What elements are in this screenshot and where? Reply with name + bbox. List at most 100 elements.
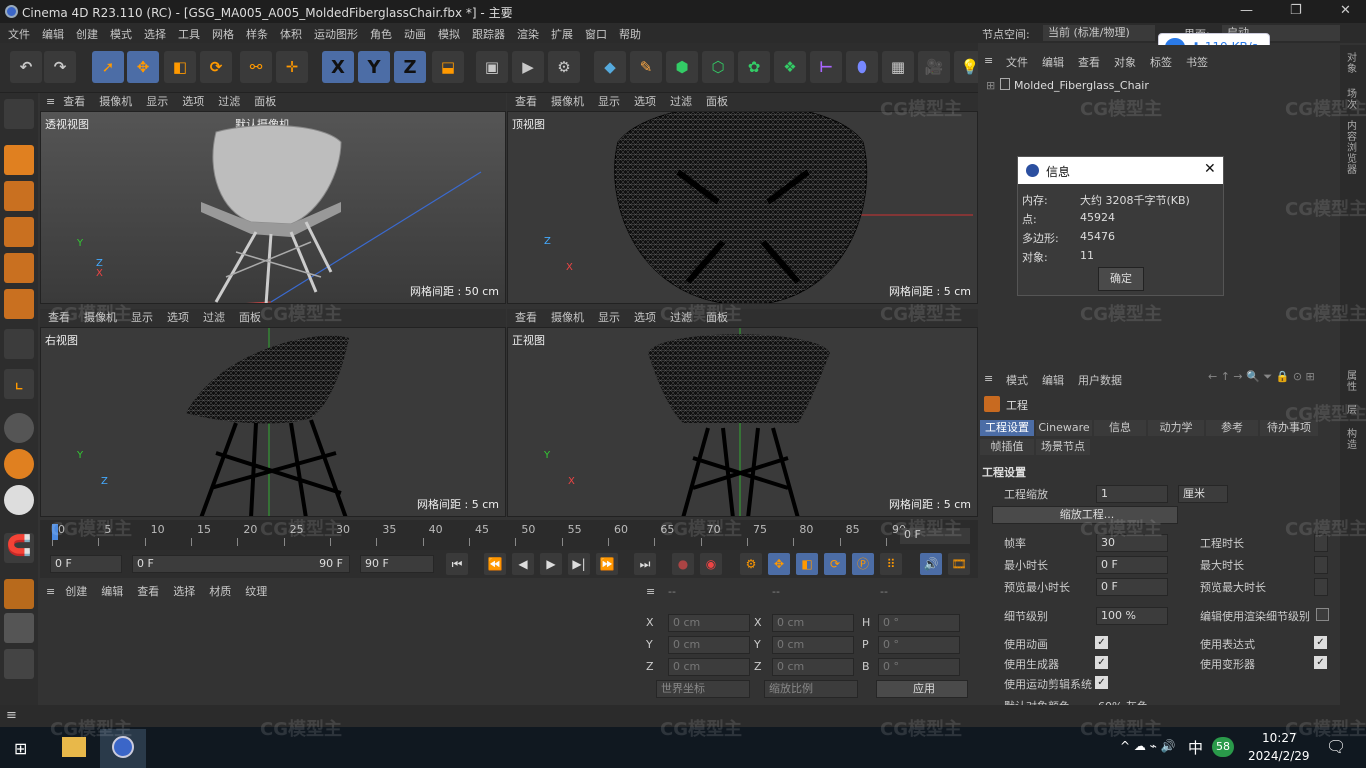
tray-badge[interactable]: 58 (1212, 737, 1234, 757)
record-icon[interactable]: ● (672, 553, 694, 575)
key-scale-icon[interactable]: ◧ (796, 553, 818, 575)
material-menu-item[interactable]: 查看 (137, 585, 159, 598)
object-row[interactable]: ⊞ Molded_Fiberglass_Chair (982, 77, 1338, 95)
material-menu-item[interactable]: 创建 (65, 585, 87, 598)
keyframe-selection-icon[interactable]: ⚙ (740, 553, 762, 575)
preview-range-slider[interactable]: 0 F 90 F (132, 555, 350, 573)
use-motion-checkbox[interactable]: ✓ (1095, 676, 1108, 689)
render-settings-icon[interactable]: ⚙ (548, 51, 580, 83)
rotate-icon[interactable]: ⟳ (200, 51, 232, 83)
hamburger-icon[interactable]: ≡ (46, 95, 55, 108)
viewport-menu-item[interactable]: 面板 (239, 311, 261, 324)
workplane-icon[interactable] (4, 579, 34, 609)
move-icon[interactable]: ✥ (127, 51, 159, 83)
prev-frame-icon[interactable]: ◀ (512, 553, 534, 575)
menu-item[interactable]: 体积 (280, 26, 302, 42)
use-expression-checkbox[interactable]: ✓ (1314, 636, 1327, 649)
object-menu-item[interactable]: 查看 (1078, 56, 1100, 69)
menu-item[interactable]: 帮助 (619, 26, 641, 42)
use-deformers-checkbox[interactable]: ✓ (1314, 656, 1327, 669)
unit-select[interactable]: 厘米 (1178, 485, 1228, 503)
scale-icon[interactable]: ◧ (164, 51, 196, 83)
lock-workplane-icon[interactable] (4, 613, 34, 643)
viewport-menu-item[interactable]: 摄像机 (551, 311, 584, 324)
cube-icon[interactable]: ◆ (594, 51, 626, 83)
timeline-ruler[interactable]: 0 5 10 15 20 25 30 35 40 45 50 55 60 65 70 75 80 85 90 0 F (40, 520, 978, 550)
hamburger-icon[interactable]: ≡ (984, 372, 993, 385)
texture-mode-icon[interactable] (4, 181, 34, 211)
min-time-field[interactable]: 0 F (1096, 556, 1168, 574)
make-editable-icon[interactable] (4, 99, 34, 129)
mograph-icon[interactable]: ✿ (738, 51, 770, 83)
menu-item[interactable]: 动画 (404, 26, 426, 42)
quantize-icon[interactable] (4, 649, 34, 679)
attr-tab[interactable]: 参考 (1206, 420, 1258, 436)
hamburger-icon[interactable]: ≡ (984, 54, 993, 67)
viewport-menu-item[interactable]: 过滤 (670, 95, 692, 108)
viewport-menu-item[interactable]: 显示 (598, 311, 620, 324)
scale-select[interactable]: 缩放比例 (764, 680, 858, 698)
recent-tool-icon[interactable]: ⚯ (240, 51, 272, 83)
viewport-menu-item[interactable]: 查看 (63, 95, 85, 108)
goto-start-icon[interactable]: ⏮ (446, 553, 468, 575)
menu-item[interactable]: 样条 (246, 26, 268, 42)
attr-tab[interactable]: 信息 (1094, 420, 1146, 436)
tray-icons[interactable]: ^ ☁ ⌁ 🔊 (1120, 739, 1176, 753)
viewport-top[interactable]: 顶视图 Z X 网格间距 : 5 cm (507, 111, 978, 304)
maximize-icon[interactable]: ❐ (1290, 3, 1302, 18)
attr-tab[interactable]: 动力学 (1148, 420, 1204, 436)
menu-item[interactable]: 工具 (178, 26, 200, 42)
coord-field[interactable]: 0 ° (878, 614, 960, 632)
viewport-menu-item[interactable]: 显示 (146, 95, 168, 108)
viewport-menu-item[interactable]: 查看 (515, 95, 537, 108)
viewport-menu-item[interactable]: 选项 (182, 95, 204, 108)
render-picture-viewer-icon[interactable]: ▶ (512, 51, 544, 83)
apply-button[interactable]: 应用 (876, 680, 968, 698)
viewport-right[interactable]: 右视图 Y Z 网格间距 : 5 cm (40, 327, 506, 517)
menu-item[interactable]: 网格 (212, 26, 234, 42)
uv-mode-icon[interactable] (4, 329, 34, 359)
pen-icon[interactable]: ✎ (630, 51, 662, 83)
transform-icon[interactable]: ✛ (276, 51, 308, 83)
redo-icon[interactable]: ↷ (44, 51, 76, 83)
coord-field[interactable]: 0 cm (668, 636, 750, 654)
coord-field[interactable]: 0 ° (878, 658, 960, 676)
x-axis-button[interactable]: X (322, 51, 354, 83)
menu-item[interactable]: 运动图形 (314, 26, 358, 42)
lod-field[interactable]: 100 % (1096, 607, 1168, 625)
clock-date[interactable]: 2024/2/29 (1248, 749, 1310, 763)
y-axis-button[interactable]: Y (358, 51, 390, 83)
viewport-menu-item[interactable]: 面板 (254, 95, 276, 108)
start-frame-field[interactable]: 0 F (50, 555, 122, 573)
menu-item[interactable]: 跟踪器 (472, 26, 505, 42)
next-frame-icon[interactable]: ▶| (568, 553, 590, 575)
side-tab[interactable]: 对象 (1347, 53, 1359, 75)
sound-icon[interactable]: 🔊 (920, 553, 942, 575)
coord-field[interactable]: 0 cm (772, 614, 854, 632)
side-tab[interactable]: 构造 (1347, 429, 1359, 451)
hamburger-icon[interactable]: ≡ (46, 585, 55, 598)
attr-nav-icons[interactable]: ← ↑ → 🔍 ⏷ 🔒 ⊙ ⊞ (1208, 370, 1315, 384)
viewport-perspective[interactable]: 透视视图 默认摄像机 Y Z X 网格间距 : 50 cm (40, 111, 506, 304)
viewport-menu-item[interactable]: 摄像机 (99, 95, 132, 108)
subdivision-icon[interactable]: ⬢ (666, 51, 698, 83)
cloner-icon[interactable]: ❖ (774, 51, 806, 83)
key-rotation-icon[interactable]: ⟳ (824, 553, 846, 575)
viewport-menu-item[interactable]: 面板 (706, 95, 728, 108)
windows-start-icon[interactable]: ⊞ (14, 739, 27, 758)
viewport-menu-item[interactable]: 选项 (634, 311, 656, 324)
side-tab[interactable]: 属性 (1347, 371, 1359, 393)
expand-icon[interactable]: ⊞ (986, 79, 995, 92)
coord-field[interactable]: 0 cm (772, 658, 854, 676)
project-scale-field[interactable]: 1 (1096, 485, 1168, 503)
viewport-menu-item[interactable]: 过滤 (203, 311, 225, 324)
use-animation-checkbox[interactable]: ✓ (1095, 636, 1108, 649)
preview-min-field[interactable]: 0 F (1096, 578, 1168, 596)
preview-max-field[interactable] (1314, 578, 1328, 596)
menu-item[interactable]: 创建 (76, 26, 98, 42)
coord-field[interactable]: 0 cm (668, 614, 750, 632)
menu-item[interactable]: 模拟 (438, 26, 460, 42)
world-coord-select[interactable]: 世界坐标 (656, 680, 750, 698)
coord-field[interactable]: 0 cm (772, 636, 854, 654)
default-color-select[interactable]: 60% 灰色 (1098, 698, 1148, 705)
